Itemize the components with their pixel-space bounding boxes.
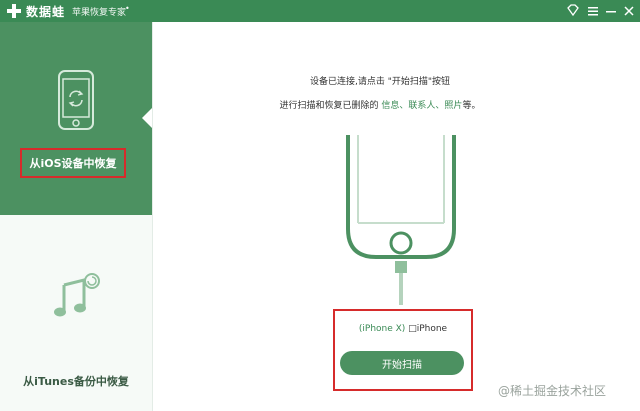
music-restore-icon xyxy=(54,273,100,317)
sidebar: 从iOS设备中恢复 从iTunes备份中恢复 xyxy=(0,22,153,411)
device-model: (iPhone X) xyxy=(358,324,406,334)
minimize-icon[interactable] xyxy=(604,3,618,19)
menu-icon[interactable] xyxy=(586,3,600,19)
instruction-text: 设备已连接,请点击 "开始扫描"按钮 进行扫描和恢复已删除的 信息、联系人、照片… xyxy=(250,70,510,118)
app-name: 数据蛙 xyxy=(26,5,66,19)
sidebar-item-label: 从iOS设备中恢复 xyxy=(20,148,126,178)
instruction-line-2: 进行扫描和恢复已删除的 信息、联系人、照片等。 xyxy=(279,101,481,111)
instruction-line-1: 设备已连接,请点击 "开始扫描"按钮 xyxy=(309,77,450,87)
device-label: □iPhone xyxy=(408,324,448,334)
app-subtitle: 苹果恢复专家 xyxy=(72,8,127,18)
sidebar-item-itunes-restore[interactable]: 从iTunes备份中恢复 xyxy=(0,215,152,411)
title-dot: • xyxy=(125,4,130,13)
title-bar: 数据蛙 苹果恢复专家 • xyxy=(0,0,640,22)
sidebar-item-label: 从iTunes备份中恢复 xyxy=(23,375,129,388)
highlight-box xyxy=(333,309,473,391)
active-indicator xyxy=(142,108,152,128)
iphone-illustration xyxy=(346,135,456,305)
device-name: (iPhone X) □iPhone xyxy=(333,324,473,334)
start-scan-button[interactable]: 开始扫描 xyxy=(340,351,464,375)
sidebar-item-ios-restore[interactable]: 从iOS设备中恢复 xyxy=(0,22,152,215)
watermark: @稀土掘金技术社区 xyxy=(498,384,607,398)
app-logo-icon xyxy=(7,4,21,18)
diamond-icon[interactable] xyxy=(566,3,580,19)
close-icon[interactable] xyxy=(622,3,636,19)
data-types-text: 信息、联系人、照片 xyxy=(381,101,463,111)
phone-restore-icon xyxy=(58,70,94,130)
